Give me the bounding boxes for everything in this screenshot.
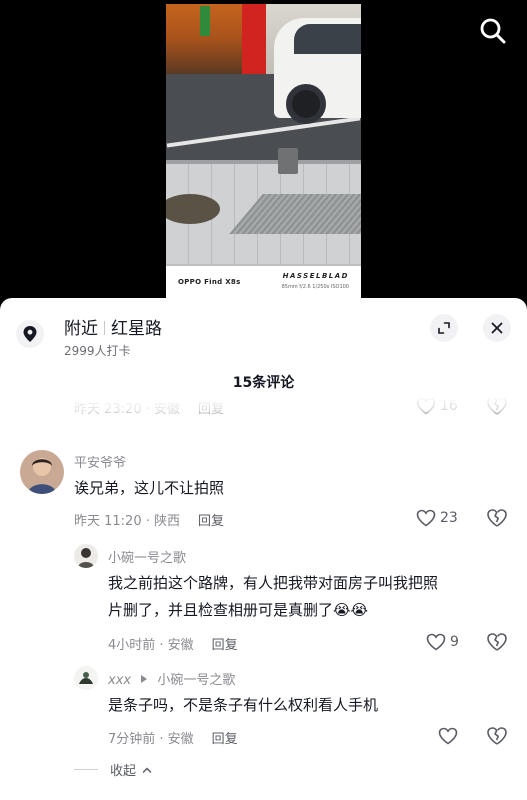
chevron-up-icon xyxy=(142,766,152,773)
comment-time-location: 昨天 11:20 · 陕西 xyxy=(74,514,180,529)
collapse-label: 收起 xyxy=(110,764,137,779)
reply-time-location: 7分钟前 · 安徽 xyxy=(108,732,194,747)
comment-meta-row: 昨天 23:20 · 安徽 回复 16 xyxy=(0,398,527,422)
video-frame[interactable]: OPPO Find X8s HASSELBLAD 85mm f/2.6 1/25… xyxy=(166,4,361,300)
scene-car-window xyxy=(294,24,361,54)
comment-time-location: 昨天 23:20 · 安徽 xyxy=(74,402,180,417)
like-button[interactable]: 23 xyxy=(416,509,458,527)
comment-meta: 昨天 23:20 · 安徽 回复 xyxy=(74,398,224,417)
reply-meta: 7分钟前 · 安徽 回复 xyxy=(108,728,238,747)
location-place: 红星路 xyxy=(111,319,162,339)
comment-sheet: 附近红星路 2999人打卡 15条评论 昨天 23:20 · 安徽回复 16 xyxy=(0,298,527,800)
reply-meta: 4小时前 · 安徽 回复 xyxy=(108,634,238,653)
comment-meta: 昨天 11:20 · 陕西 回复 xyxy=(74,510,224,529)
avatar-photo xyxy=(74,544,98,568)
broken-heart-icon xyxy=(487,509,507,527)
reply-username[interactable]: xxx xyxy=(108,673,131,688)
close-icon xyxy=(491,322,503,334)
avatar[interactable] xyxy=(74,544,98,568)
broken-heart-icon xyxy=(487,727,507,745)
reply-button[interactable]: 回复 xyxy=(198,514,224,529)
location-divider xyxy=(104,321,105,335)
heart-icon xyxy=(438,727,458,745)
reply-time-location: 4小时前 · 安徽 xyxy=(108,638,194,653)
reply-text: 我之前拍这个路牌，有人把我带对面房子叫我把照 片删了，并且检查相册可是真删了😭😭 xyxy=(108,570,438,624)
reply-text-line: 片删了，并且检查相册可是真删了😭😭 xyxy=(108,597,438,624)
dislike-button[interactable] xyxy=(486,726,508,748)
location-pin-badge xyxy=(16,320,44,348)
search-icon xyxy=(480,18,506,44)
search-button[interactable] xyxy=(478,16,508,46)
reply-username-row: xxx 小碗一号之歌 xyxy=(108,669,235,688)
reply-to-username[interactable]: 小碗一号之歌 xyxy=(157,673,235,688)
heart-icon xyxy=(426,633,446,651)
broken-heart-icon xyxy=(487,633,507,651)
dislike-button[interactable] xyxy=(486,632,508,654)
divider-line xyxy=(74,769,98,770)
reply-text-line: 我之前拍这个路牌，有人把我带对面房子叫我把照 xyxy=(108,574,439,592)
heart-icon xyxy=(416,398,436,415)
comment-count-title: 15条评论 xyxy=(232,375,295,391)
heart-icon xyxy=(416,509,436,527)
avatar-photo xyxy=(20,450,64,494)
camera-watermark: OPPO Find X8s HASSELBLAD 85mm f/2.6 1/25… xyxy=(166,266,361,300)
comment-text: 诶兄弟，这儿不让拍照 xyxy=(74,479,225,497)
location-title[interactable]: 附近 红星路 xyxy=(64,314,162,339)
reply-button[interactable]: 回复 xyxy=(198,402,224,417)
dislike-button[interactable] xyxy=(486,398,508,418)
location-area: 附近 xyxy=(64,319,98,339)
reply-button[interactable]: 回复 xyxy=(212,732,238,747)
broken-heart-icon xyxy=(487,398,507,415)
scene-sign xyxy=(200,6,210,36)
avatar[interactable] xyxy=(20,450,64,494)
location-pin-icon xyxy=(23,326,37,342)
like-button[interactable] xyxy=(438,727,458,745)
triangle-right-icon xyxy=(141,675,148,683)
scene-car-wheel xyxy=(286,84,326,124)
avatar-photo xyxy=(74,666,98,690)
like-button[interactable]: 16 xyxy=(416,398,458,415)
crying-emoji: 😭😭 xyxy=(333,601,369,619)
close-button[interactable] xyxy=(483,314,511,342)
location-header[interactable]: 附近 红星路 2999人打卡 xyxy=(0,298,527,364)
checkin-count: 2999人打卡 xyxy=(64,344,131,358)
watermark-model: OPPO Find X8s xyxy=(178,278,241,286)
comment-username[interactable]: 平安爷爷 xyxy=(74,452,126,471)
watermark-brand: HASSELBLAD xyxy=(282,272,349,280)
avatar[interactable] xyxy=(74,666,98,690)
reply-text-segment: 片删了，并且检查相册可是真删了 xyxy=(108,601,334,619)
watermark-specs: 85mm f/2.6 1/250s ISO100 xyxy=(281,284,349,290)
reply-username[interactable]: 小碗一号之歌 xyxy=(108,547,186,566)
like-count: 16 xyxy=(440,398,458,414)
dislike-button[interactable] xyxy=(486,508,508,530)
like-button[interactable]: 9 xyxy=(426,633,459,651)
comment-list[interactable]: 昨天 23:20 · 安徽 回复 16 平安爷爷 诶兄弟，这儿不让拍照 昨天 11… xyxy=(0,398,527,800)
like-count: 23 xyxy=(440,510,458,526)
reply-button[interactable]: 回复 xyxy=(212,638,238,653)
scene-bollard xyxy=(278,148,298,174)
expand-icon xyxy=(438,322,450,334)
expand-button[interactable] xyxy=(430,314,458,342)
collapse-replies-button[interactable]: 收起 xyxy=(74,760,152,779)
video-player[interactable]: OPPO Find X8s HASSELBLAD 85mm f/2.6 1/25… xyxy=(0,0,527,310)
like-count: 9 xyxy=(450,634,459,650)
reply-text: 是条子吗，不是条子有什么权利看人手机 xyxy=(108,696,379,714)
